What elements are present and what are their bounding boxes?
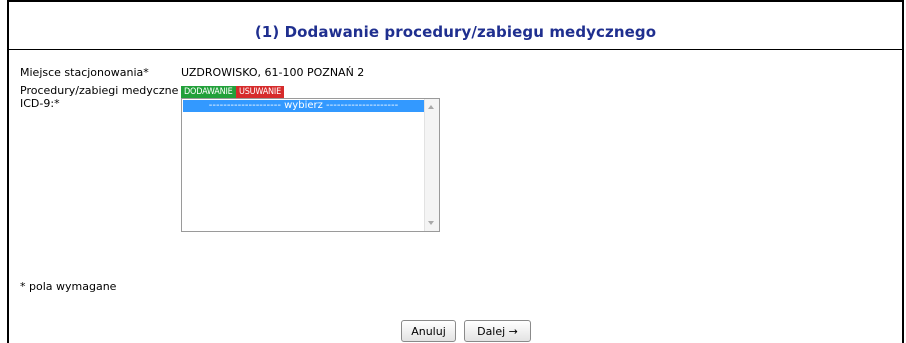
procedures-listbox[interactable]: -------------------- wybierz -----------… [181,98,440,232]
procedures-label: Procedury/zabiegi medyczne [20,84,179,97]
location-label: Miejsce stacjonowania* [20,66,149,79]
location-value: UZDROWISKO, 61-100 POZNAŃ 2 [181,66,365,79]
remove-procedure-button[interactable]: USUWANIE [236,86,285,98]
next-button[interactable]: Dalej → [464,320,531,342]
page-title: (1) Dodawanie procedury/zabiegu medyczne… [254,23,657,41]
form-panel: (1) Dodawanie procedury/zabiegu medyczne… [7,0,904,343]
listbox-option-selected[interactable]: -------------------- wybierz -----------… [183,100,424,112]
scroll-down-arrow-icon[interactable] [428,221,434,225]
scroll-up-arrow-icon[interactable] [428,105,434,109]
listbox-scrollbar[interactable] [424,99,439,231]
add-procedure-button[interactable]: DODAWANIE [181,86,236,98]
procedures-label-icd: ICD-9:* [20,97,60,110]
cancel-button[interactable]: Anuluj [401,320,456,342]
required-fields-note: * pola wymagane [20,280,117,293]
title-divider [9,49,902,50]
